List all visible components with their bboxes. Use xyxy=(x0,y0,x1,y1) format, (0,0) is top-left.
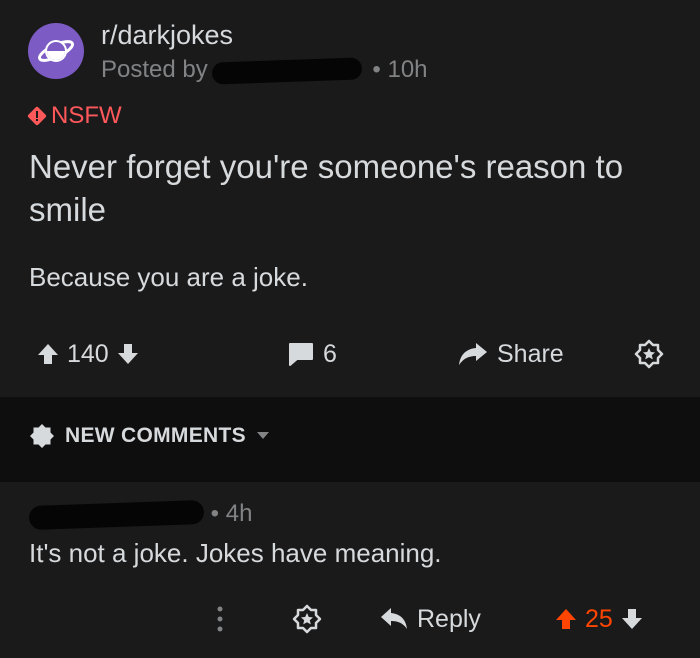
award-icon xyxy=(292,604,322,634)
planet-icon xyxy=(37,40,75,62)
post-meta: Posted by • 10h xyxy=(101,56,428,85)
comment-meta: • 4h xyxy=(28,499,253,530)
subreddit-name[interactable]: r/darkjokes xyxy=(101,20,233,51)
sort-dropdown[interactable]: NEW COMMENTS xyxy=(29,423,270,449)
comment-meta-separator: • xyxy=(210,500,220,527)
share-arrow-icon xyxy=(459,343,487,365)
downvote-arrow-icon[interactable] xyxy=(117,342,139,366)
award-icon xyxy=(634,339,664,369)
comment-action-bar: Reply 25 xyxy=(0,595,700,643)
redacted-commenter xyxy=(28,499,205,530)
redacted-username xyxy=(211,57,363,85)
nsfw-badge: NSFW xyxy=(27,102,122,130)
award-button[interactable] xyxy=(634,330,664,378)
share-button[interactable]: Share xyxy=(457,330,564,378)
reply-arrow-icon xyxy=(381,608,407,629)
post-card: r/darkjokes Posted by • 10h NSFW Never f… xyxy=(0,0,700,397)
comment-count: 6 xyxy=(323,339,337,368)
post-action-bar: 140 6 Share xyxy=(0,330,700,378)
comment-vote-group: 25 xyxy=(555,595,643,643)
comment-text: It's not a joke. Jokes have meaning. xyxy=(29,538,442,568)
upvote-arrow-icon[interactable] xyxy=(37,342,59,366)
comments-button[interactable]: 6 xyxy=(287,330,337,378)
warning-diamond-icon xyxy=(27,106,47,126)
comment-time: 4h xyxy=(225,500,253,527)
subreddit-avatar[interactable] xyxy=(28,23,84,79)
posted-by-label: Posted by xyxy=(101,56,208,83)
reply-button[interactable]: Reply xyxy=(379,595,481,643)
post-title[interactable]: Never forget you're someone's reason to … xyxy=(29,145,679,231)
post-time: 10h xyxy=(387,56,428,83)
comment-bubble-icon xyxy=(289,343,313,366)
upvote-arrow-icon[interactable] xyxy=(555,607,577,631)
vote-group: 140 xyxy=(37,330,139,378)
comment-sort-bar: NEW COMMENTS xyxy=(0,397,700,482)
post-body: Because you are a joke. xyxy=(29,262,308,292)
reply-label: Reply xyxy=(417,604,481,633)
caret-down-icon xyxy=(256,432,269,439)
badge-icon xyxy=(30,424,54,448)
comment-score: 25 xyxy=(585,604,613,633)
more-options-button[interactable] xyxy=(214,595,226,643)
comment-award-button[interactable] xyxy=(292,595,322,643)
downvote-arrow-icon[interactable] xyxy=(621,607,643,631)
sort-label: NEW COMMENTS xyxy=(65,424,246,447)
post-score: 140 xyxy=(67,339,109,368)
more-vertical-icon xyxy=(217,606,223,632)
share-label: Share xyxy=(497,339,564,368)
nsfw-label: NSFW xyxy=(51,102,122,129)
meta-separator: • xyxy=(372,56,381,83)
